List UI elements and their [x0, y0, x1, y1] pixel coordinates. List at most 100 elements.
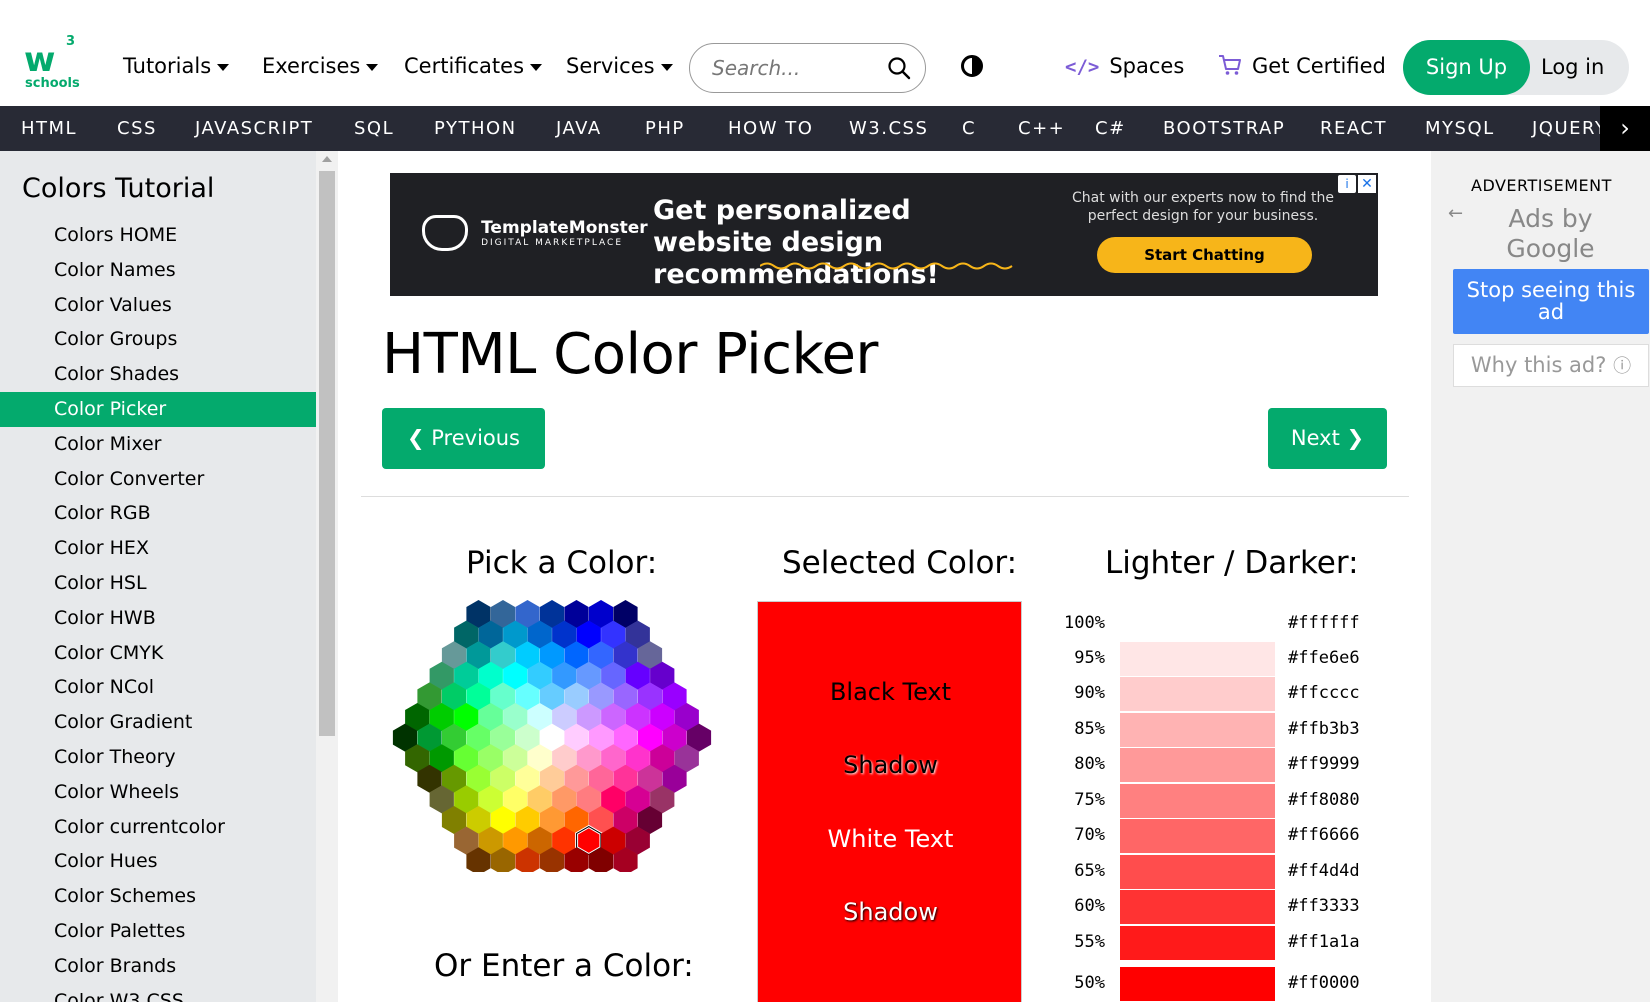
- lang-sql[interactable]: SQL: [354, 106, 394, 151]
- shade-swatch[interactable]: [1120, 784, 1275, 818]
- next-button[interactable]: Next ❯: [1268, 408, 1387, 469]
- sidebar-item[interactable]: Color Hues: [0, 844, 316, 879]
- shade-swatch[interactable]: [1120, 713, 1275, 747]
- black-shadow-sample: Shadow: [843, 751, 938, 779]
- search-input[interactable]: [712, 54, 882, 82]
- shade-row[interactable]: 60% #ff3333: [1055, 890, 1385, 924]
- sidebar-item[interactable]: Color Values: [0, 288, 316, 323]
- shade-swatch[interactable]: [1120, 748, 1275, 782]
- nav-exercises[interactable]: Exercises: [262, 54, 379, 78]
- shade-swatch[interactable]: [1120, 642, 1275, 676]
- shade-swatch[interactable]: [1120, 926, 1275, 960]
- sidebar-item[interactable]: Color CMYK: [0, 636, 316, 671]
- sidebar-item[interactable]: Color HEX: [0, 531, 316, 566]
- sidebar-item[interactable]: Color NCol: [0, 670, 316, 705]
- lang-cpp[interactable]: C++: [1018, 106, 1065, 151]
- lang-python[interactable]: PYTHON: [434, 106, 517, 151]
- sidebar-title: Colors Tutorial: [22, 173, 215, 204]
- lang-javascript[interactable]: JAVASCRIPT: [195, 106, 313, 151]
- ad-info-icon[interactable]: i: [1338, 175, 1356, 193]
- scroll-up-icon[interactable]: [322, 156, 332, 162]
- nav-certificates[interactable]: Certificates: [404, 54, 543, 78]
- ad-banner[interactable]: TemplateMonster DIGITAL MARKETPLACE Get …: [390, 173, 1378, 296]
- ad-brand-sub: DIGITAL MARKETPLACE: [481, 238, 624, 248]
- lang-php[interactable]: PHP: [645, 106, 685, 151]
- shade-swatch[interactable]: [1120, 855, 1275, 889]
- sidebar-item[interactable]: Color Schemes: [0, 879, 316, 914]
- ad-close-icon[interactable]: ✕: [1358, 175, 1376, 193]
- sidebar-item[interactable]: Color Names: [0, 253, 316, 288]
- sidebar-item[interactable]: Color RGB: [0, 496, 316, 531]
- nav-tutorials[interactable]: Tutorials: [123, 54, 230, 78]
- caret-down-icon: [660, 63, 673, 71]
- shade-percent: 85%: [1074, 719, 1105, 739]
- theme-toggle-icon[interactable]: [961, 55, 983, 77]
- sidebar-item[interactable]: Color HSL: [0, 566, 316, 601]
- stop-seeing-ad-button[interactable]: Stop seeing this ad: [1453, 269, 1649, 334]
- shade-hex: #ffcccc: [1288, 683, 1360, 703]
- search-icon[interactable]: [887, 56, 911, 80]
- sign-up-button[interactable]: Sign Up: [1403, 40, 1530, 95]
- pick-color-heading: Pick a Color:: [466, 545, 658, 581]
- divider: [361, 496, 1409, 497]
- sidebar-item[interactable]: Color Mixer: [0, 427, 316, 462]
- previous-button[interactable]: ❮ Previous: [382, 408, 545, 469]
- lang-csharp[interactable]: C#: [1095, 106, 1126, 151]
- shade-swatch[interactable]: [1120, 890, 1275, 924]
- langbar-scroll-right-icon[interactable]: ›: [1600, 106, 1650, 151]
- sidebar-item[interactable]: Color Wheels: [0, 775, 316, 810]
- log-in-button[interactable]: Log in: [1541, 40, 1604, 95]
- sidebar-item[interactable]: Color currentcolor: [0, 810, 316, 845]
- lang-jquery[interactable]: JQUERY: [1532, 106, 1607, 151]
- shade-percent: 100%: [1064, 613, 1105, 633]
- lang-react[interactable]: REACT: [1320, 106, 1387, 151]
- shade-row[interactable]: 50% #ff0000: [1055, 967, 1385, 1001]
- shade-row[interactable]: 90% #ffcccc: [1055, 677, 1385, 711]
- sidebar-item[interactable]: Color Groups: [0, 322, 316, 357]
- sidebar-item[interactable]: Color Gradient: [0, 705, 316, 740]
- shade-row[interactable]: 65% #ff4d4d: [1055, 855, 1385, 889]
- lang-html[interactable]: HTML: [21, 106, 77, 151]
- lang-mysql[interactable]: MYSQL: [1425, 106, 1495, 151]
- sidebar-scrollbar[interactable]: [316, 151, 338, 1002]
- sidebar-item[interactable]: Color Converter: [0, 462, 316, 497]
- shade-swatch[interactable]: [1120, 607, 1275, 641]
- sidebar-item[interactable]: Color HWB: [0, 601, 316, 636]
- shade-row[interactable]: 75% #ff8080: [1055, 784, 1385, 818]
- shade-row[interactable]: 100% #ffffff: [1055, 607, 1385, 641]
- templatemonster-icon: [422, 215, 468, 251]
- search-box[interactable]: [689, 43, 926, 93]
- lang-bootstrap[interactable]: BOOTSTRAP: [1163, 106, 1285, 151]
- spaces-link[interactable]: </> Spaces: [1065, 54, 1184, 78]
- shade-row[interactable]: 95% #ffe6e6: [1055, 642, 1385, 676]
- lang-css[interactable]: CSS: [117, 106, 157, 151]
- shade-row[interactable]: 70% #ff6666: [1055, 819, 1385, 853]
- sidebar-item[interactable]: Colors HOME: [0, 218, 316, 253]
- shade-percent: 75%: [1074, 790, 1105, 810]
- lang-c[interactable]: C: [962, 106, 976, 151]
- sidebar-item[interactable]: Color W3.CSS: [0, 984, 316, 1002]
- top-bar: w 3 schools Tutorials Exercises Certific…: [0, 0, 1650, 106]
- sidebar-item[interactable]: Color Theory: [0, 740, 316, 775]
- w3schools-logo[interactable]: w 3 schools: [22, 34, 82, 92]
- lang-w3css[interactable]: W3.CSS: [849, 106, 928, 151]
- lang-how-to[interactable]: HOW TO: [728, 106, 813, 151]
- nav-services[interactable]: Services: [566, 54, 673, 78]
- shade-swatch[interactable]: [1120, 819, 1275, 853]
- sidebar-item[interactable]: Color Picker: [0, 392, 316, 427]
- scrollbar-thumb[interactable]: [319, 171, 335, 736]
- shade-percent: 55%: [1074, 932, 1105, 952]
- shade-row[interactable]: 85% #ffb3b3: [1055, 713, 1385, 747]
- shade-row[interactable]: 55% #ff1a1a: [1055, 926, 1385, 960]
- sidebar-item[interactable]: Color Shades: [0, 357, 316, 392]
- start-chatting-button[interactable]: Start Chatting: [1097, 237, 1312, 273]
- sidebar-item[interactable]: Color Palettes: [0, 914, 316, 949]
- get-certified-link[interactable]: Get Certified: [1218, 54, 1386, 78]
- shade-row[interactable]: 80% #ff9999: [1055, 748, 1385, 782]
- sidebar-item[interactable]: Color Brands: [0, 949, 316, 984]
- why-this-ad-button[interactable]: Why this ad? ⓘ: [1453, 344, 1649, 387]
- color-hexagon-map[interactable]: [392, 600, 712, 872]
- shade-swatch[interactable]: [1120, 677, 1275, 711]
- shade-swatch[interactable]: [1120, 967, 1275, 1001]
- lang-java[interactable]: JAVA: [556, 106, 602, 151]
